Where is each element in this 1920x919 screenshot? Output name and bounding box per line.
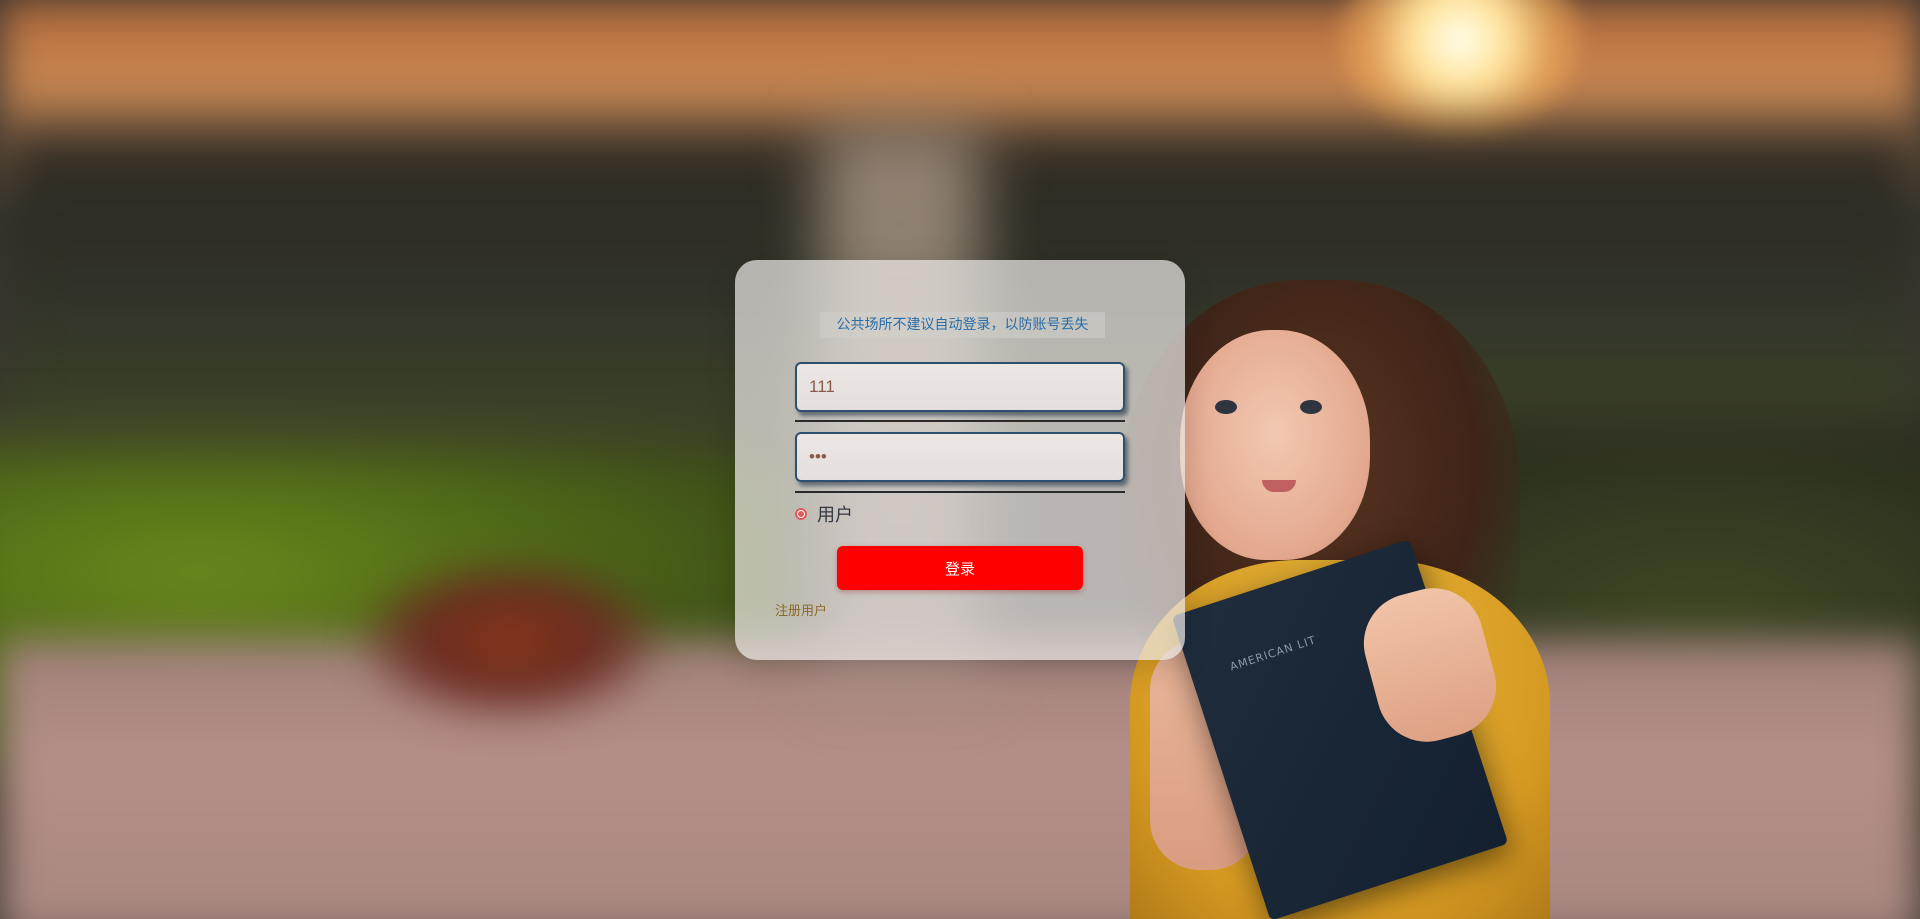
password-underline [795,491,1125,493]
girl-eye-right [1300,400,1322,414]
girl-eye-left [1215,400,1237,414]
role-radio[interactable] [795,508,807,520]
role-label: 用户 [817,505,853,526]
register-link[interactable]: 注册用户 [775,600,827,619]
username-underline [795,420,1125,422]
background-blurred-object [360,560,660,720]
username-input[interactable] [795,362,1125,412]
book-cover-text: AMERICAN LIT [1228,633,1318,674]
login-button[interactable]: 登录 [837,546,1083,590]
login-notice: 公共场所不建议自动登录，以防账号丢失 [820,312,1105,338]
login-panel: 公共场所不建议自动登录，以防账号丢失 用户 登录 注册用户 [735,260,1185,660]
password-input[interactable] [795,432,1125,482]
girl-face [1180,330,1370,560]
radio-selected-dot [798,511,804,517]
role-option-user[interactable]: 用户 [795,502,853,526]
